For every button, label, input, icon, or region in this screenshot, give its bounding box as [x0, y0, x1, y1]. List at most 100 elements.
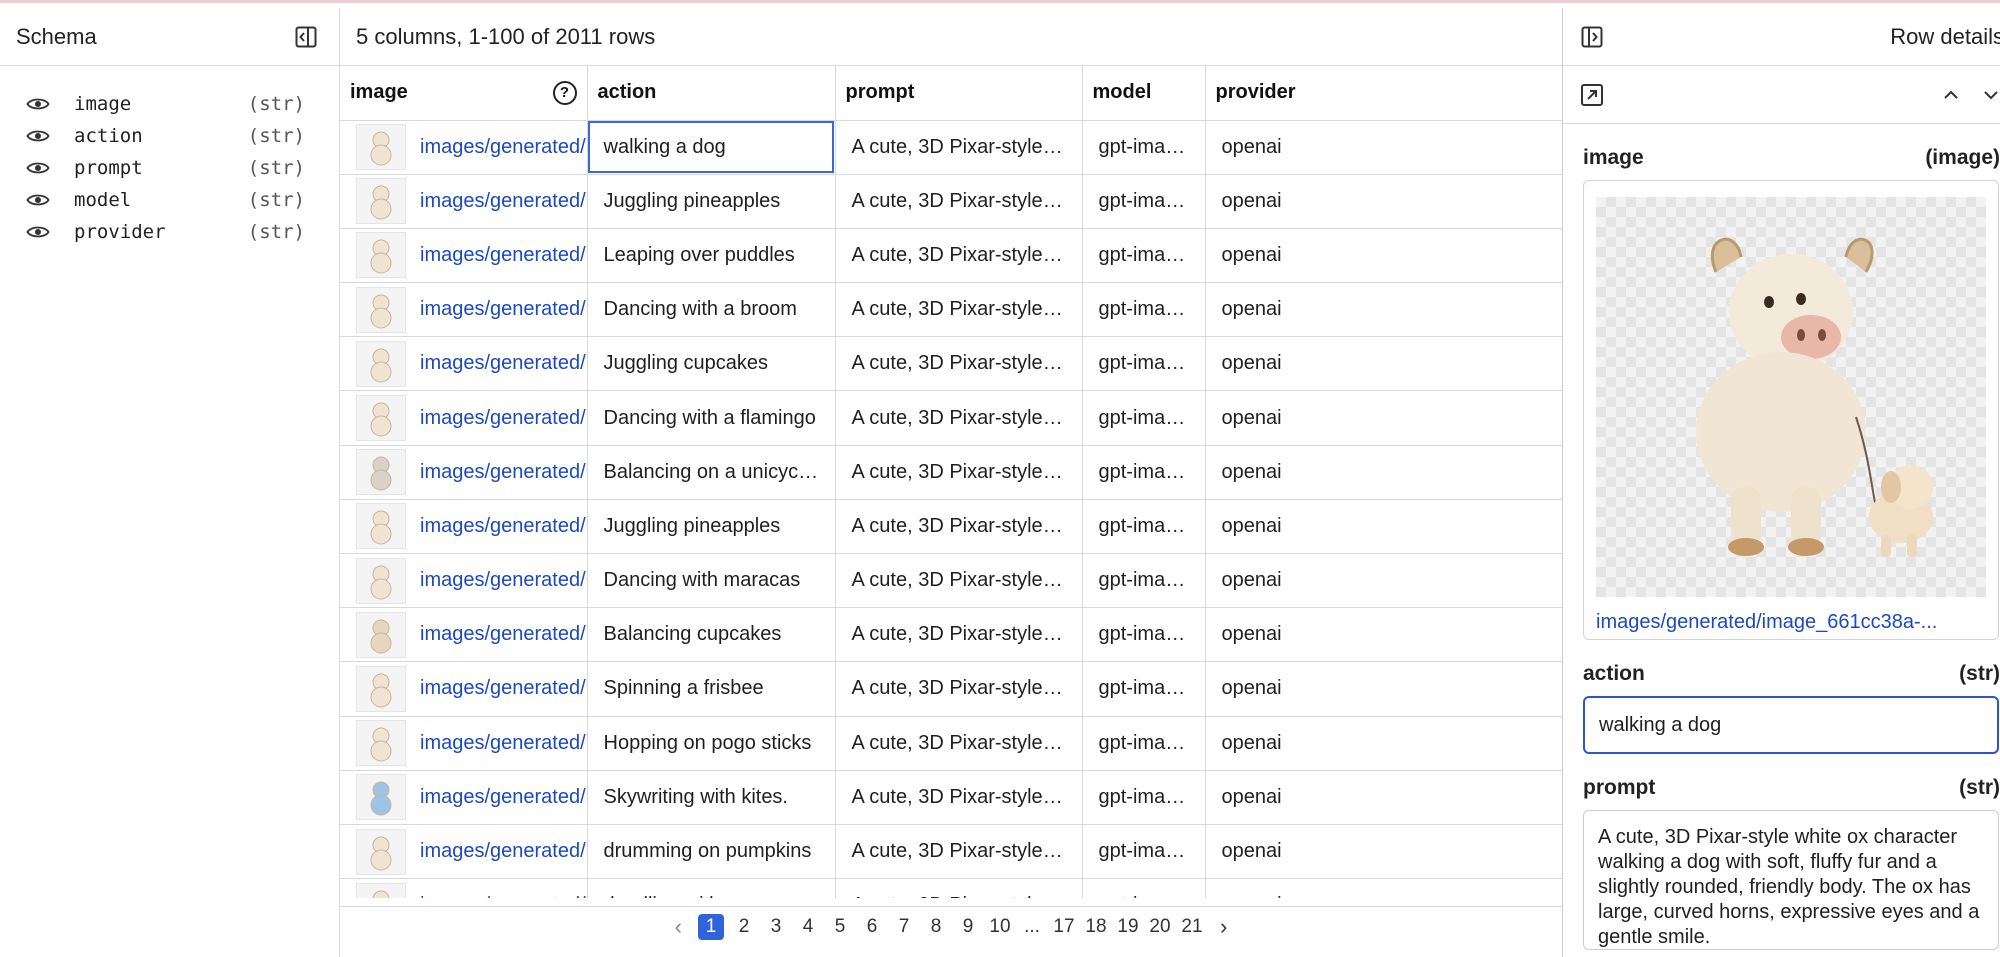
cell-prompt[interactable]: A cute, 3D Pixar-style white ... [835, 824, 1083, 880]
table-row[interactable]: images/generated/imagDancing with maraca… [340, 553, 1562, 609]
pager-page[interactable]: 10 [984, 914, 1016, 940]
schema-field-model[interactable]: model (str) [0, 184, 339, 216]
cell-model[interactable]: gpt-image-1 [1082, 661, 1206, 717]
cell-model[interactable]: gpt-image-1 [1082, 499, 1206, 555]
pager-page[interactable]: 6 [856, 914, 888, 940]
pager-page[interactable]: 17 [1048, 914, 1080, 940]
cell-provider[interactable]: openai [1205, 553, 1562, 609]
cell-model[interactable]: gpt-image-1 [1082, 716, 1206, 771]
image-path-link[interactable]: images/generated/imag [420, 244, 586, 267]
table-row[interactable]: images/generated/imagJuggling pineapples… [340, 499, 1562, 555]
cell-provider[interactable]: openai [1205, 336, 1562, 392]
sidebar-icon[interactable] [1575, 20, 1609, 54]
cell-provider[interactable]: openai [1205, 445, 1562, 500]
cell-provider[interactable]: openai [1205, 661, 1562, 717]
expand-icon[interactable] [1575, 78, 1609, 112]
image-path-link[interactable]: images/generated/imag [420, 136, 586, 159]
cell-image[interactable]: images/generated/imag [340, 716, 588, 771]
image-path-link[interactable]: images/generated/imag [420, 894, 586, 898]
cell-prompt[interactable]: A cute, 3D Pixar-style white ... [835, 716, 1083, 771]
cell-prompt[interactable]: A cute, 3D Pixar-style white ... [835, 770, 1083, 825]
cell-image[interactable]: images/generated/imag [340, 553, 588, 609]
cell-prompt[interactable]: A cute, 3D Pixar-style white ... [835, 878, 1083, 898]
image-path-link[interactable]: images/generated/imag [420, 677, 586, 700]
pager-page[interactable]: 1 [698, 913, 724, 940]
cell-model[interactable]: gpt-image-1 [1082, 120, 1206, 175]
pager-page[interactable]: 21 [1176, 914, 1208, 940]
cell-prompt[interactable]: A cute, 3D Pixar-style white ... [835, 336, 1083, 392]
cell-action[interactable]: walking a dog [587, 120, 836, 175]
image-path-link[interactable]: images/generated/imag [420, 840, 586, 863]
cell-action[interactable]: Balancing on a unicycle while... [587, 445, 836, 500]
image-thumbnail[interactable] [356, 449, 406, 496]
schema-field-image[interactable]: image (str) [0, 88, 339, 120]
pager-prev-icon[interactable]: ‹ [675, 914, 682, 940]
cell-provider[interactable]: openai [1205, 120, 1562, 175]
cell-image[interactable]: images/generated/imag [340, 390, 588, 446]
table-row[interactable]: images/generated/imagwalking a dogA cute… [340, 120, 1562, 175]
eye-icon[interactable] [26, 222, 52, 242]
cell-prompt[interactable]: A cute, 3D Pixar-style white ... [835, 228, 1083, 284]
cell-prompt[interactable]: A cute, 3D Pixar-style white ... [835, 282, 1083, 338]
cell-provider[interactable]: openai [1205, 824, 1562, 880]
cell-prompt[interactable]: A cute, 3D Pixar-style white ... [835, 174, 1083, 229]
cell-action[interactable]: doodling with crayons [587, 878, 836, 898]
cell-action[interactable]: drumming on pumpkins [587, 824, 836, 880]
cell-image[interactable]: images/generated/imag [340, 824, 588, 880]
cell-action[interactable]: Juggling cupcakes [587, 336, 836, 392]
pager-page[interactable]: 20 [1144, 914, 1176, 940]
cell-image[interactable]: images/generated/imag [340, 499, 588, 555]
table-row[interactable]: images/generated/imagdrumming on pumpkin… [340, 824, 1562, 880]
table-row[interactable]: images/generated/imagdoodling with crayo… [340, 878, 1562, 898]
cell-provider[interactable]: openai [1205, 499, 1562, 555]
pager-page[interactable]: 8 [920, 914, 952, 940]
pager-page[interactable]: 18 [1080, 914, 1112, 940]
cell-image[interactable]: images/generated/imag [340, 770, 588, 825]
table-row[interactable]: images/generated/imagJuggling pineapples… [340, 174, 1562, 229]
cell-provider[interactable]: openai [1205, 390, 1562, 446]
cell-image[interactable]: images/generated/imag [340, 336, 588, 392]
column-header-provider[interactable]: provider [1205, 66, 1562, 121]
image-thumbnail[interactable] [356, 286, 406, 333]
cell-prompt[interactable]: A cute, 3D Pixar-style white ... [835, 499, 1083, 555]
cell-prompt[interactable]: A cute, 3D Pixar-style white ... [835, 661, 1083, 717]
image-path-link[interactable]: images/generated/imag [420, 190, 586, 213]
data-grid[interactable]: image? action prompt model provider imag… [340, 66, 1562, 898]
table-row[interactable]: images/generated/imagJuggling cupcakesA … [340, 336, 1562, 392]
chevron-up-icon[interactable] [1934, 78, 1968, 112]
cell-action[interactable]: Dancing with a flamingo [587, 390, 836, 446]
cell-model[interactable]: gpt-image-1 [1082, 607, 1206, 663]
schema-field-action[interactable]: action (str) [0, 120, 339, 152]
cell-image[interactable]: images/generated/imag [340, 661, 588, 717]
cell-action[interactable]: Spinning a frisbee [587, 661, 836, 717]
detail-image-preview[interactable] [1596, 197, 1986, 597]
image-path-link[interactable]: images/generated/imag [420, 352, 586, 375]
image-path-link[interactable]: images/generated/imag [420, 786, 586, 809]
cell-image[interactable]: images/generated/imag [340, 174, 588, 229]
pager-page[interactable]: 5 [824, 914, 856, 940]
column-header-image[interactable]: image? [340, 66, 588, 121]
eye-icon[interactable] [26, 190, 52, 210]
image-thumbnail[interactable] [356, 611, 406, 658]
column-header-prompt[interactable]: prompt [835, 66, 1083, 121]
cell-action[interactable]: Leaping over puddles [587, 228, 836, 284]
table-row[interactable]: images/generated/imagBalancing on a unic… [340, 445, 1562, 500]
cell-image[interactable]: images/generated/imag [340, 878, 588, 898]
cell-action[interactable]: Dancing with maracas [587, 553, 836, 609]
schema-field-provider[interactable]: provider (str) [0, 216, 339, 248]
cell-provider[interactable]: openai [1205, 716, 1562, 771]
cell-prompt[interactable]: A cute, 3D Pixar-style white ... [835, 390, 1083, 446]
cell-model[interactable]: gpt-image-1 [1082, 336, 1206, 392]
detail-prompt-textarea[interactable]: A cute, 3D Pixar-style white ox characte… [1583, 810, 1999, 950]
image-thumbnail[interactable] [356, 665, 406, 712]
pager-page[interactable]: 4 [792, 914, 824, 940]
image-path-link[interactable]: images/generated/imag [420, 569, 586, 592]
pager-page[interactable]: 2 [728, 914, 760, 940]
cell-model[interactable]: gpt-image-1 [1082, 390, 1206, 446]
cell-provider[interactable]: openai [1205, 228, 1562, 284]
cell-model[interactable]: gpt-image-1 [1082, 824, 1206, 880]
cell-image[interactable]: images/generated/imag [340, 228, 588, 284]
cell-provider[interactable]: openai [1205, 878, 1562, 898]
cell-action[interactable]: Balancing cupcakes [587, 607, 836, 663]
cell-prompt[interactable]: A cute, 3D Pixar-style white ... [835, 553, 1083, 609]
